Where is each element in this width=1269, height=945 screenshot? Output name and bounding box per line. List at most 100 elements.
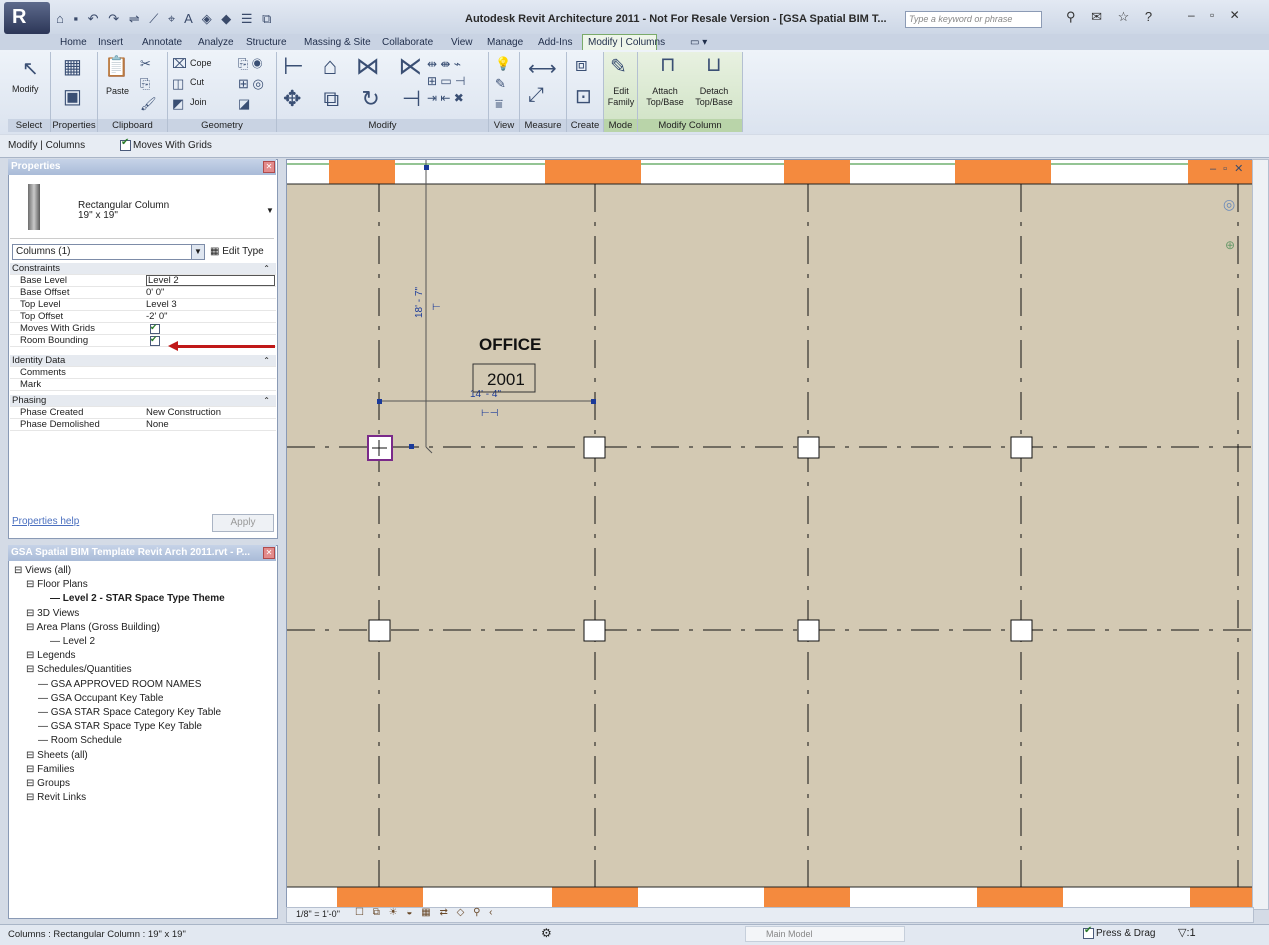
browser-tree-item[interactable]: ⊟ Area Plans (Gross Building): [26, 622, 160, 633]
moves-with-grids-prop-checkbox[interactable]: ✔: [150, 322, 160, 334]
prop-value[interactable]: -2' 0": [146, 311, 168, 322]
tree-connector-icon[interactable]: —: [38, 735, 51, 746]
room-bounding-checkbox[interactable]: ✔: [150, 334, 160, 346]
zoom-icon[interactable]: ⊕: [1225, 238, 1235, 252]
prop-row[interactable]: Phase Demolished None: [10, 419, 276, 431]
prop-row[interactable]: Comments: [10, 367, 276, 379]
expand-icon[interactable]: ⊟: [26, 778, 37, 789]
infocenter-icons[interactable]: ⚲ ✉ ☆ ?: [1066, 9, 1158, 25]
properties-help-link[interactable]: Properties help: [12, 516, 79, 527]
tree-connector-icon[interactable]: —: [50, 636, 63, 647]
attach-top-base-button[interactable]: Attach Top/Base: [642, 86, 688, 108]
cope-button[interactable]: Cope: [190, 58, 212, 68]
paste-icon[interactable]: 📋: [104, 54, 129, 79]
prop-value[interactable]: 0' 0": [146, 287, 164, 298]
prop-row[interactable]: Top Offset -2' 0": [10, 311, 276, 323]
prop-row[interactable]: Mark: [10, 379, 276, 391]
paste-button[interactable]: Paste: [106, 86, 129, 96]
drawing-canvas[interactable]: 18' - 7" 14' - 4" ⊢ ⊢⊣ OFFICE 2001: [286, 159, 1254, 910]
browser-tree-item[interactable]: ⊟ Groups: [26, 778, 70, 789]
browser-tree-item[interactable]: ⊟ Sheets (all): [26, 750, 88, 761]
tab-add-ins[interactable]: Add-Ins: [538, 37, 572, 48]
browser-tree-item[interactable]: — GSA STAR Space Type Key Table: [38, 721, 202, 732]
tree-connector-icon[interactable]: —: [50, 593, 63, 604]
close-icon[interactable]: ✕: [263, 161, 275, 173]
detach-top-base-button[interactable]: Detach Top/Base: [690, 86, 738, 108]
search-input[interactable]: Type a keyword or phrase: [905, 11, 1042, 28]
modify-button[interactable]: Modify: [12, 84, 39, 94]
instance-filter-dropdown[interactable]: Columns (1): [12, 244, 199, 260]
browser-tree-item[interactable]: — Level 2 - STAR Space Type Theme: [50, 593, 225, 604]
clipboard-small-icons[interactable]: ✂ ⎘ 🖌: [140, 54, 157, 114]
geometry-icons[interactable]: ⌧ ◫ ◩: [172, 54, 187, 114]
base-level-field[interactable]: Level 2: [146, 275, 275, 286]
browser-tree-item[interactable]: — GSA STAR Space Category Key Table: [38, 707, 221, 718]
collapse-icon[interactable]: ⌃: [263, 355, 270, 366]
view-icons[interactable]: 💡 ✎ ⩸: [495, 54, 511, 114]
expand-icon[interactable]: ⊟: [26, 608, 37, 619]
detach-top-base-icon[interactable]: ⊔: [706, 52, 722, 77]
tab-modify-columns[interactable]: Modify | Columns: [588, 37, 665, 48]
browser-tree-item[interactable]: ⊟ Families: [26, 764, 74, 775]
cut-button[interactable]: Cut: [190, 77, 204, 87]
browser-tree-item[interactable]: — Room Schedule: [38, 735, 122, 746]
design-option-dropdown[interactable]: Main Model: [745, 926, 905, 942]
collapse-icon[interactable]: ⌃: [263, 395, 270, 406]
worksets-icon[interactable]: ⚙: [541, 926, 552, 940]
chevron-down-icon[interactable]: ▼: [266, 206, 274, 215]
tab-view[interactable]: View: [451, 37, 473, 48]
ribbon-minimize-icon[interactable]: ▭ ▾: [690, 37, 707, 48]
vertical-scrollbar[interactable]: [1252, 159, 1269, 910]
quick-access-toolbar[interactable]: ⌂ ▪ ↶ ↷ ⇌ ⟋ ⌖ A ◈ ◆ ☰ ⧉: [56, 11, 274, 27]
geometry-extra-icons[interactable]: ⎘ ◉ ⊞ ◎ ◪: [238, 54, 264, 114]
edit-family-icon[interactable]: ✎: [610, 54, 627, 79]
floor-plan[interactable]: 18' - 7" 14' - 4" ⊢ ⊢⊣ OFFICE 2001: [287, 160, 1253, 909]
prop-row[interactable]: Moves With Grids ✔: [10, 322, 276, 335]
aligned-dimension-icon[interactable]: ⤢: [528, 84, 544, 107]
view-scale[interactable]: 1/8" = 1'-0": [296, 909, 340, 919]
filter-icon[interactable]: ▽:1: [1178, 926, 1196, 939]
tab-collaborate[interactable]: Collaborate: [382, 37, 433, 48]
expand-icon[interactable]: ⊟: [26, 579, 37, 590]
expand-icon[interactable]: ⊟: [26, 750, 37, 761]
browser-tree-item[interactable]: — GSA APPROVED ROOM NAMES: [38, 679, 201, 690]
browser-tree-item[interactable]: ⊟ Schedules/Quantities: [26, 664, 132, 675]
measure-icon[interactable]: ⟷: [528, 56, 557, 81]
tree-connector-icon[interactable]: —: [38, 721, 51, 732]
browser-tree-item[interactable]: ⊟ Revit Links: [26, 792, 86, 803]
cursor-icon[interactable]: ↖: [22, 56, 39, 81]
tree-connector-icon[interactable]: —: [38, 693, 51, 704]
tab-manage[interactable]: Manage: [487, 37, 523, 48]
window-controls[interactable]: – ▫ ✕: [1188, 8, 1246, 22]
group-phasing[interactable]: Phasing ⌃: [10, 395, 276, 407]
browser-tree-item[interactable]: — Level 2: [50, 636, 95, 647]
move-copy-rotate-icons[interactable]: ✥ ⧉ ↻ ⊣: [283, 86, 429, 112]
expand-icon[interactable]: ⊟: [26, 664, 37, 675]
steering-wheel-icon[interactable]: ◎: [1223, 196, 1235, 213]
edit-type-button[interactable]: ▦ Edit Type: [210, 246, 264, 257]
tab-annotate[interactable]: Annotate: [142, 37, 182, 48]
browser-tree-item[interactable]: ⊟ Legends: [26, 650, 76, 661]
prop-row[interactable]: Phase Created New Construction: [10, 407, 276, 419]
expand-icon[interactable]: ⊟: [26, 650, 37, 661]
close-icon[interactable]: ✕: [263, 547, 275, 559]
expand-icon[interactable]: ⊟: [26, 764, 37, 775]
collapse-icon[interactable]: ⌃: [263, 263, 270, 274]
tab-massing-site[interactable]: Massing & Site: [304, 37, 371, 48]
view-control-icons[interactable]: ☐ ⧉ ☀ ◒ ▦ ⇄ ◇ ⚲ ‹: [355, 907, 496, 918]
type-properties-icon[interactable]: ▦: [63, 54, 82, 79]
browser-tree-item[interactable]: ⊟ Views (all): [14, 565, 71, 576]
create-group-icon[interactable]: ⧈: [575, 54, 588, 77]
prop-row[interactable]: Top Level Level 3: [10, 299, 276, 311]
tab-home[interactable]: Home: [60, 37, 87, 48]
attach-top-base-icon[interactable]: ⊓: [660, 52, 676, 77]
tab-structure[interactable]: Structure: [246, 37, 287, 48]
join-button[interactable]: Join: [190, 97, 207, 107]
expand-icon[interactable]: ⊟: [14, 565, 25, 576]
prop-value[interactable]: Level 3: [146, 299, 177, 310]
browser-tree-item[interactable]: ⊟ 3D Views: [26, 608, 79, 619]
edit-family-button[interactable]: Edit Family: [607, 86, 635, 108]
properties-icon[interactable]: ▣: [63, 84, 82, 109]
modify-small-icons[interactable]: ⇹ ⇼ ⌁ ⊞ ▭ ⊣ ⇥ ⇤ ✖: [427, 56, 466, 107]
tree-connector-icon[interactable]: —: [38, 707, 51, 718]
